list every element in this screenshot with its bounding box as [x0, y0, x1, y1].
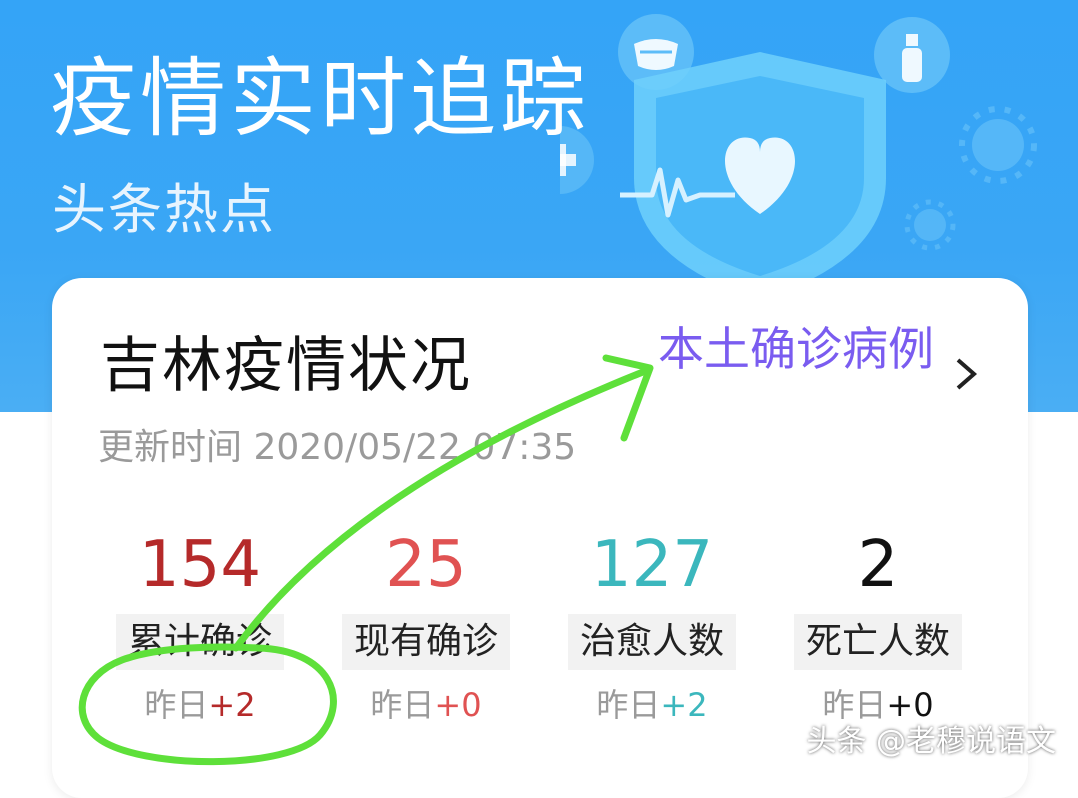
delta-value: +2: [208, 685, 256, 724]
stat-label: 死亡人数: [793, 614, 962, 670]
delta-value: +2: [660, 685, 708, 724]
virus-icon: [904, 199, 956, 251]
banner-subtitle: 头条热点: [52, 178, 276, 241]
stat-label: 累计确诊: [115, 614, 284, 670]
stat-recovered: 127 治愈人数 昨日+2: [552, 530, 752, 724]
delta-prefix: 昨日: [370, 685, 435, 724]
stat-value: 154: [138, 528, 262, 602]
stat-delta: 昨日+2: [552, 686, 752, 724]
virus-icon: [959, 106, 1037, 184]
stat-delta: 昨日+2: [100, 686, 300, 724]
stat-current-confirmed: 25 现有确诊 昨日+0: [326, 530, 526, 724]
stat-value: 2: [857, 528, 899, 602]
stat-deaths: 2 死亡人数 昨日+0: [778, 530, 978, 724]
shield-heart-icon: [634, 52, 886, 300]
stat-value: 25: [385, 528, 467, 602]
chevron-right-icon[interactable]: [948, 350, 984, 398]
watermark: 头条 @老穆说语文: [806, 724, 1056, 759]
stat-delta: 昨日+0: [326, 686, 526, 724]
update-time: 更新时间 2020/05/22 07:35: [98, 427, 577, 468]
card-title: 吉林疫情状况: [100, 331, 472, 401]
delta-value: +0: [434, 685, 482, 724]
local-cases-link[interactable]: 本土确诊病例: [658, 322, 934, 377]
delta-prefix: 昨日: [596, 685, 661, 724]
stat-total-confirmed: 154 累计确诊 昨日+2: [100, 530, 300, 724]
stat-label: 治愈人数: [567, 614, 736, 670]
stat-label: 现有确诊: [341, 614, 510, 670]
banner-title: 疫情实时追踪: [50, 49, 590, 149]
delta-prefix: 昨日: [144, 685, 209, 724]
stat-value: 127: [590, 528, 714, 602]
